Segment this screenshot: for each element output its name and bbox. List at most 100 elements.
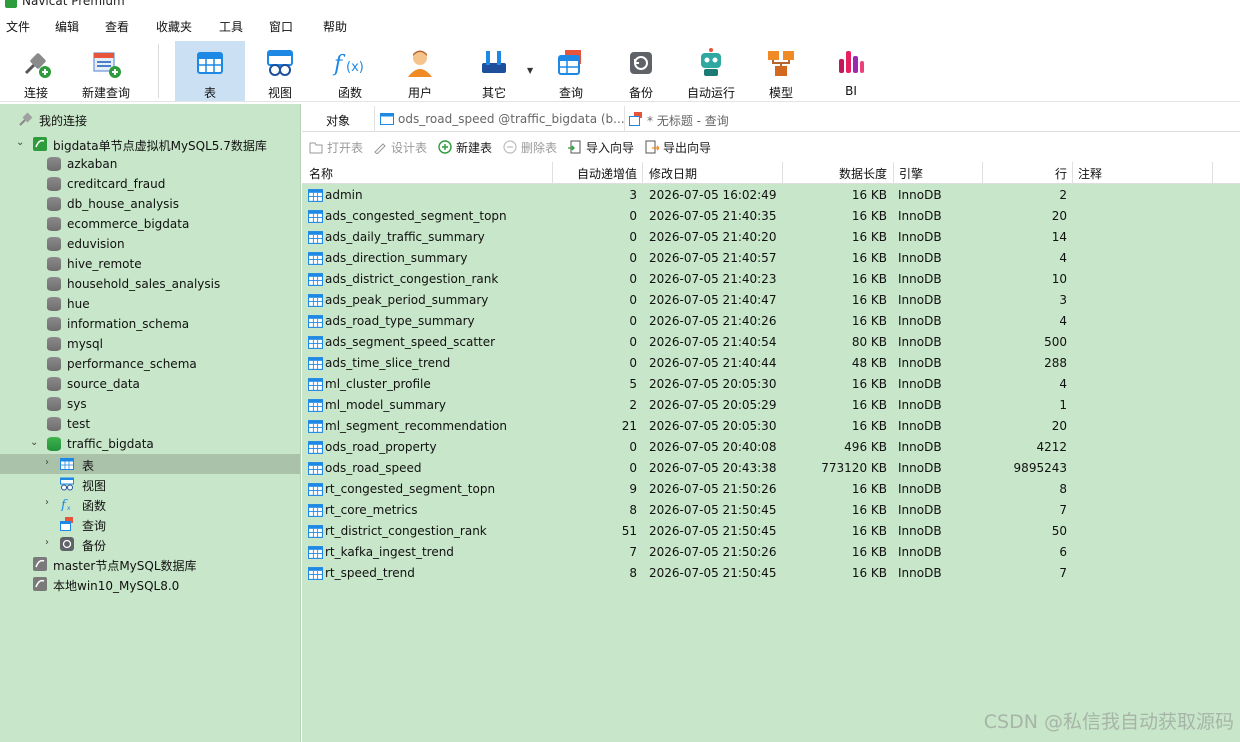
- table-row[interactable]: rt_kafka_ingest_trend 7 2026-07-05 21:50:2…: [302, 542, 1240, 563]
- toolbar-table-button[interactable]: 表: [175, 41, 245, 101]
- database-label: hue: [67, 297, 90, 311]
- cell-modified: 2026-07-05 21:50:26: [649, 545, 777, 559]
- import-wizard-button[interactable]: 导入向导: [568, 139, 634, 156]
- table-row[interactable]: ads_segment_speed_scatter 0 2026-07-05 21:…: [302, 332, 1240, 353]
- cell-engine: InnoDB: [898, 545, 942, 559]
- tree-db-item[interactable]: ecommerce_bigdata: [0, 214, 300, 234]
- table-row[interactable]: ads_time_slice_trend 0 2026-07-05 21:40:44…: [302, 353, 1240, 374]
- toolbar-query-button[interactable]: 查询: [536, 41, 606, 101]
- tree-connection-bigdata[interactable]: ⌄ bigdata单节点虚拟机MySQL5.7数据库: [0, 134, 300, 154]
- tree-db-item[interactable]: performance_schema: [0, 354, 300, 374]
- expand-arrow-icon[interactable]: ›: [45, 537, 49, 548]
- tree-node-backups[interactable]: › 备份: [0, 534, 300, 554]
- tree-node-views[interactable]: 视图: [0, 474, 300, 494]
- tab-untitled-query[interactable]: * 无标题 - 查询: [624, 106, 874, 132]
- expand-arrow-icon[interactable]: ›: [45, 497, 49, 508]
- other-dropdown-caret-icon[interactable]: ▼: [527, 66, 533, 75]
- menu-file[interactable]: 文件: [6, 18, 30, 35]
- delete-table-button[interactable]: 删除表: [503, 139, 557, 156]
- toolbar-function-button[interactable]: f (x) 函数: [315, 41, 385, 101]
- menu-favorites[interactable]: 收藏夹: [156, 18, 192, 35]
- tree-db-item[interactable]: hive_remote: [0, 254, 300, 274]
- menu-view[interactable]: 查看: [105, 18, 129, 35]
- database-label: household_sales_analysis: [67, 277, 221, 291]
- table-row[interactable]: ml_segment_recommendation 21 2026-07-05 20…: [302, 416, 1240, 437]
- toolbar-view-button[interactable]: 视图: [245, 41, 315, 101]
- tree-db-item[interactable]: source_data: [0, 374, 300, 394]
- tree-db-item[interactable]: test: [0, 414, 300, 434]
- table-row[interactable]: rt_congested_segment_topn 9 2026-07-05 21:…: [302, 479, 1240, 500]
- toolbar-model-button[interactable]: 模型: [746, 41, 816, 101]
- tree-db-item[interactable]: db_house_analysis: [0, 194, 300, 214]
- header-modified[interactable]: 修改日期: [649, 165, 697, 182]
- table-row[interactable]: ads_road_type_summary 0 2026-07-05 21:40:2…: [302, 311, 1240, 332]
- header-name[interactable]: 名称: [309, 165, 333, 182]
- table-row[interactable]: rt_core_metrics 8 2026-07-05 21:50:45 16 KB…: [302, 500, 1240, 521]
- header-rows[interactable]: 行: [987, 165, 1067, 182]
- table-row[interactable]: ads_congested_segment_topn 0 2026-07-05 21…: [302, 206, 1240, 227]
- toolbar-new-query-button[interactable]: 新建查询: [71, 41, 141, 101]
- tree-db-item[interactable]: eduvision: [0, 234, 300, 254]
- table-row[interactable]: ml_model_summary 2 2026-07-05 20:05:29 16 K…: [302, 395, 1240, 416]
- new-table-button[interactable]: 新建表: [438, 139, 492, 156]
- cell-name: rt_core_metrics: [325, 503, 418, 517]
- toolbar-backup-button[interactable]: 备份: [606, 41, 676, 101]
- collapse-arrow-icon[interactable]: ⌄: [16, 137, 24, 148]
- tree-db-item[interactable]: creditcard_fraud: [0, 174, 300, 194]
- menu-tools[interactable]: 工具: [219, 18, 243, 35]
- database-icon: [47, 417, 61, 431]
- tab-ods-road-speed[interactable]: ods_road_speed @traffic_bigdata (b...: [374, 106, 625, 132]
- table-row[interactable]: rt_speed_trend 8 2026-07-05 21:50:45 16 KB I…: [302, 563, 1240, 584]
- tab-objects[interactable]: 对象: [302, 106, 372, 132]
- collapse-arrow-icon[interactable]: ⌄: [30, 437, 38, 448]
- tree-node-queries[interactable]: 查询: [0, 514, 300, 534]
- cell-modified: 2026-07-05 20:05:29: [649, 398, 777, 412]
- cell-autoinc: 0: [629, 251, 637, 265]
- view-icon: [60, 477, 74, 491]
- header-data-length[interactable]: 数据长度: [787, 165, 887, 182]
- tree-db-item[interactable]: information_schema: [0, 314, 300, 334]
- table-row[interactable]: ml_cluster_profile 5 2026-07-05 20:05:30 16…: [302, 374, 1240, 395]
- menu-help[interactable]: 帮助: [323, 18, 347, 35]
- tree-connection-local[interactable]: 本地win10_MySQL8.0: [0, 574, 300, 594]
- tree-db-item[interactable]: hue: [0, 294, 300, 314]
- tree-db-item[interactable]: sys: [0, 394, 300, 414]
- toolbar-connection-button[interactable]: 连接: [1, 41, 71, 101]
- table-row[interactable]: ads_daily_traffic_summary 0 2026-07-05 21:…: [302, 227, 1240, 248]
- table-row[interactable]: ads_district_congestion_rank 0 2026-07-05 …: [302, 269, 1240, 290]
- tree-node-tables[interactable]: › 表: [0, 454, 300, 474]
- toolbar-other-button[interactable]: 其它: [459, 41, 529, 101]
- cell-name: admin: [325, 188, 363, 202]
- table-row[interactable]: ods_road_property 0 2026-07-05 20:40:08 496…: [302, 437, 1240, 458]
- toolbar-automation-button[interactable]: 自动运行: [676, 41, 746, 101]
- toolbar-bi-button[interactable]: BI: [816, 41, 886, 101]
- header-comment[interactable]: 注释: [1078, 165, 1102, 182]
- tree-root-my-connections[interactable]: 我的连接: [0, 109, 300, 129]
- cell-autoinc: 0: [629, 356, 637, 370]
- table-row[interactable]: admin 3 2026-07-05 16:02:49 16 KB InnoDB 2: [302, 185, 1240, 206]
- tree-db-item[interactable]: mysql: [0, 334, 300, 354]
- tree-db-item[interactable]: azkaban: [0, 154, 300, 174]
- design-table-button[interactable]: 设计表: [373, 139, 427, 156]
- table-row[interactable]: ods_road_speed 0 2026-07-05 20:43:38 773120…: [302, 458, 1240, 479]
- table-row[interactable]: rt_district_congestion_rank 51 2026-07-05 …: [302, 521, 1240, 542]
- table-row[interactable]: ads_peak_period_summary 0 2026-07-05 21:40…: [302, 290, 1240, 311]
- cell-engine: InnoDB: [898, 524, 942, 538]
- menu-window[interactable]: 窗口: [269, 18, 293, 35]
- toolbar-user-button[interactable]: 用户: [385, 41, 455, 101]
- cell-modified: 2026-07-05 21:40:23: [649, 272, 777, 286]
- tree-connection-master[interactable]: master节点MySQL数据库: [0, 554, 300, 574]
- menu-edit[interactable]: 编辑: [55, 18, 79, 35]
- tree-db-traffic-bigdata[interactable]: ⌄ traffic_bigdata: [0, 434, 300, 454]
- cell-name: ml_cluster_profile: [325, 377, 431, 391]
- open-table-button[interactable]: 打开表: [309, 139, 363, 156]
- table-row[interactable]: ads_direction_summary 0 2026-07-05 21:40:5…: [302, 248, 1240, 269]
- header-engine[interactable]: 引擎: [899, 165, 923, 182]
- tree-db-item[interactable]: household_sales_analysis: [0, 274, 300, 294]
- header-autoinc[interactable]: 自动递增值: [557, 165, 637, 182]
- tree-node-functions[interactable]: › fx 函数: [0, 494, 300, 514]
- expand-arrow-icon[interactable]: ›: [45, 457, 49, 468]
- svg-text:f: f: [332, 52, 346, 77]
- database-icon: [47, 357, 61, 371]
- export-wizard-button[interactable]: 导出向导: [645, 139, 711, 156]
